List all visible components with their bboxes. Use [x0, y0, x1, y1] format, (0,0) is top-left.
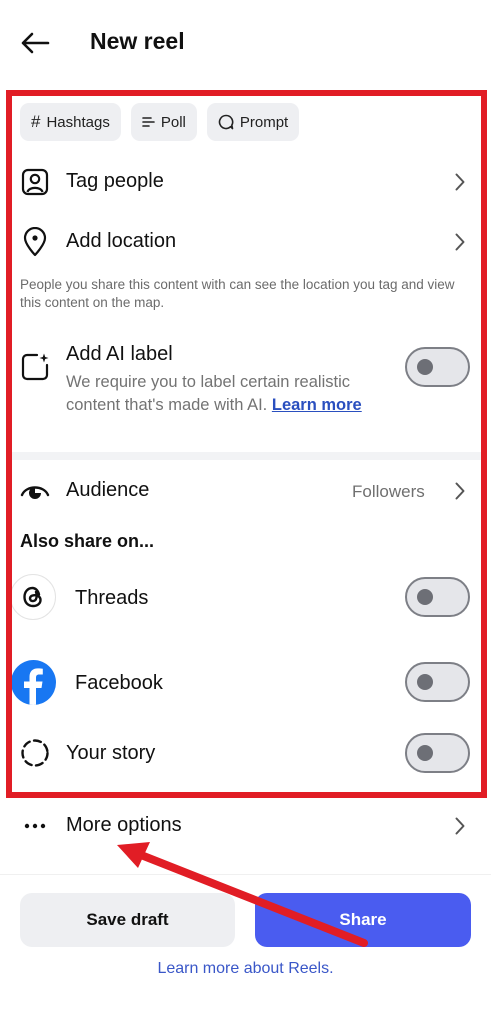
tag-people-label: Tag people	[66, 170, 164, 192]
prompt-icon	[218, 114, 234, 130]
location-note: People you share this content with can s…	[20, 277, 455, 310]
poll-button[interactable]: Poll	[130, 103, 197, 141]
prompt-label: Prompt	[239, 113, 289, 131]
threads-toggle[interactable]	[405, 577, 470, 617]
poll-icon	[142, 117, 155, 127]
sticker-pills: # Hashtags Poll Prompt	[20, 103, 300, 141]
add-location-row[interactable]: Add location	[0, 225, 491, 259]
arrow-left-icon	[21, 32, 50, 54]
back-button[interactable]	[18, 26, 52, 60]
threads-icon	[10, 574, 56, 620]
top-bar: New reel	[0, 0, 491, 86]
add-location-label: Add location	[66, 230, 177, 252]
ai-label-description: We require you to label certain realisti…	[66, 371, 386, 417]
footer-divider	[0, 874, 491, 875]
share-button[interactable]: Share	[255, 893, 471, 947]
chevron-right-icon	[452, 232, 468, 252]
chevron-right-icon	[452, 172, 468, 192]
facebook-label: Facebook	[75, 672, 163, 694]
your-story-label: Your story	[66, 742, 156, 764]
save-draft-button[interactable]: Save draft	[20, 893, 235, 947]
location-pin-icon	[20, 227, 50, 257]
facebook-icon	[11, 660, 56, 705]
section-divider	[10, 452, 483, 460]
hashtag-icon: #	[31, 112, 41, 131]
toggle-knob	[417, 745, 433, 761]
tag-people-row[interactable]: Tag people	[0, 165, 491, 199]
threads-label: Threads	[75, 587, 149, 609]
page-title: New reel	[90, 28, 185, 54]
toggle-knob	[417, 359, 433, 375]
learn-more-reels-link[interactable]: Learn more about Reels.	[0, 960, 491, 978]
audience-value: Followers	[352, 482, 425, 501]
ai-label-toggle[interactable]	[405, 347, 470, 387]
ai-label-title: Add AI label	[66, 343, 173, 365]
more-dots-icon	[20, 811, 50, 841]
audience-eye-icon	[20, 476, 50, 506]
annotation-arrow	[117, 842, 368, 947]
hashtags-label: Hashtags	[46, 113, 110, 131]
toggle-knob	[417, 674, 433, 690]
chevron-right-icon	[452, 816, 468, 836]
chevron-right-icon	[452, 481, 468, 501]
story-ring-icon	[20, 738, 50, 768]
more-options-label: More options	[66, 814, 182, 836]
prompt-button[interactable]: Prompt	[206, 103, 300, 141]
hashtags-button[interactable]: # Hashtags	[20, 103, 121, 141]
also-share-heading: Also share on...	[20, 531, 155, 551]
facebook-toggle[interactable]	[405, 662, 470, 702]
more-options-row[interactable]: More options	[0, 809, 491, 843]
learn-more-link[interactable]: Learn more	[272, 396, 362, 414]
your-story-toggle[interactable]	[405, 733, 470, 773]
poll-label: Poll	[160, 113, 186, 131]
audience-row[interactable]: Audience Followers	[0, 474, 491, 508]
toggle-knob	[417, 589, 433, 605]
ai-label-icon	[20, 352, 50, 382]
tag-person-icon	[20, 167, 50, 197]
audience-label: Audience	[66, 479, 150, 501]
